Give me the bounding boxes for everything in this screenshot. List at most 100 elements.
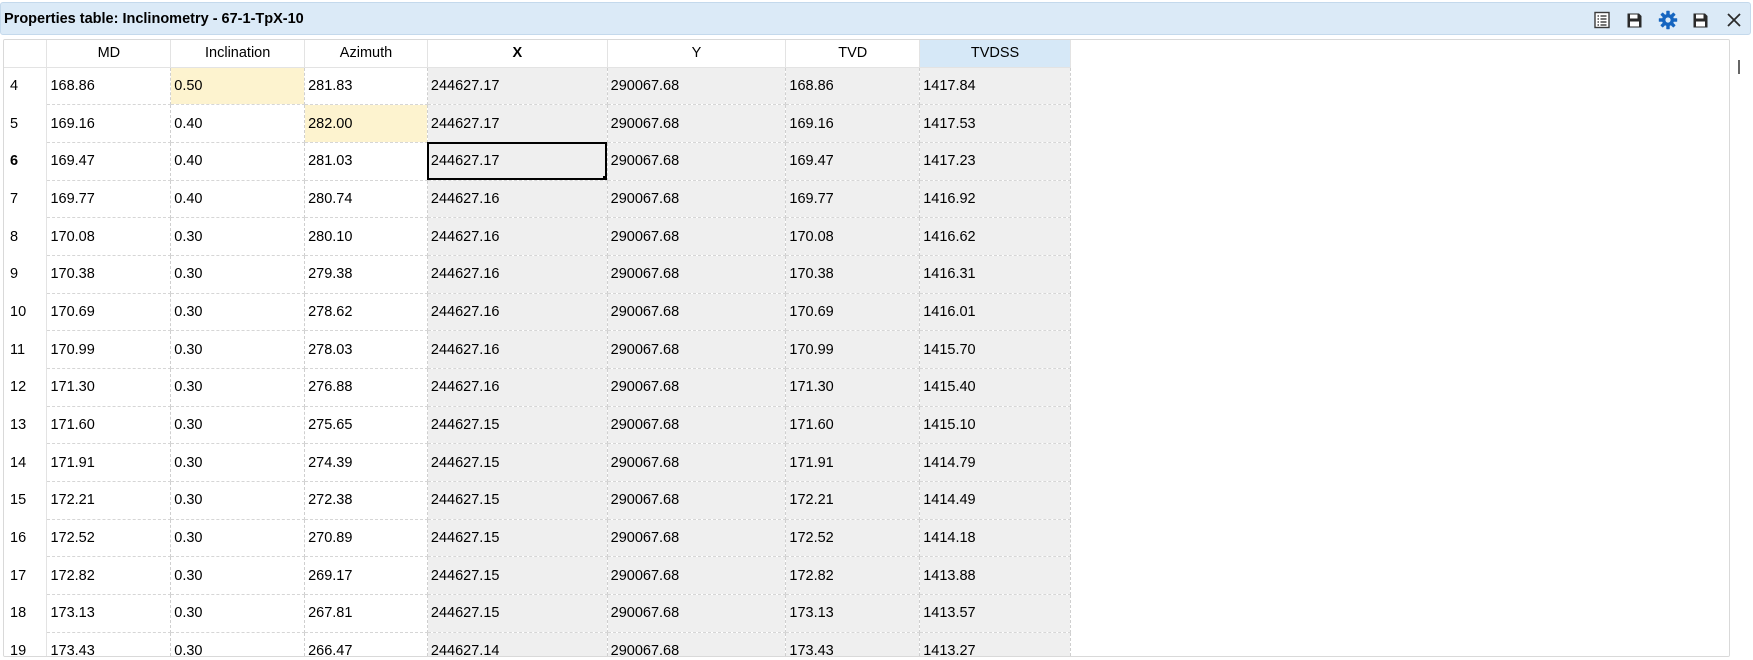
cell-md[interactable]: 171.30 <box>46 368 172 407</box>
cell-tvdss[interactable]: 1414.18 <box>919 519 1071 558</box>
cell-tvd[interactable]: 168.86 <box>785 67 921 106</box>
cell-y[interactable]: 290067.68 <box>607 519 787 558</box>
cell-tvdss[interactable]: 1416.62 <box>919 217 1071 256</box>
cell-tvdss[interactable]: 1416.01 <box>919 293 1071 332</box>
row-number[interactable]: 8 <box>4 217 48 256</box>
cell-x[interactable]: 244627.16 <box>427 180 608 219</box>
cell-tvd[interactable]: 170.69 <box>785 293 921 332</box>
cell-y[interactable]: 290067.68 <box>607 368 787 407</box>
cell-inclination[interactable]: 0.30 <box>170 443 306 483</box>
cell-tvdss[interactable]: 1415.70 <box>919 330 1071 369</box>
cell-y[interactable]: 290067.68 <box>607 142 787 181</box>
row-number[interactable]: 15 <box>4 481 48 520</box>
cell-azimuth[interactable]: 272.38 <box>304 481 428 520</box>
cell-x[interactable]: 244627.16 <box>427 368 608 407</box>
cell-inclination[interactable]: 0.30 <box>170 255 306 294</box>
cell-x[interactable]: 244627.16 <box>427 330 608 369</box>
row-number[interactable]: 7 <box>4 180 48 218</box>
cell-tvdss[interactable]: 1415.10 <box>919 406 1071 445</box>
cell-inclination[interactable]: 0.50 <box>170 67 306 106</box>
cell-y[interactable]: 290067.68 <box>607 330 787 369</box>
cell-tvd[interactable]: 171.30 <box>785 368 921 407</box>
row-number[interactable]: 13 <box>4 406 48 444</box>
cell-tvdss[interactable]: 1417.84 <box>919 67 1071 106</box>
cell-md[interactable]: 173.13 <box>46 594 172 633</box>
cell-azimuth[interactable]: 269.17 <box>304 556 428 596</box>
column-header-tvdss[interactable]: TVDSS <box>919 40 1071 68</box>
cell-inclination[interactable]: 0.30 <box>170 481 306 520</box>
cell-tvd[interactable]: 170.08 <box>785 217 921 256</box>
cell-y[interactable]: 290067.68 <box>607 556 787 596</box>
cell-tvd[interactable]: 170.99 <box>785 330 921 369</box>
column-header-md[interactable]: MD <box>46 40 172 68</box>
cell-tvdss[interactable]: 1414.49 <box>919 481 1071 520</box>
cell-tvdss[interactable]: 1417.23 <box>919 142 1071 181</box>
cell-md[interactable]: 171.91 <box>46 443 172 483</box>
cell-tvdss[interactable]: 1414.79 <box>919 443 1071 483</box>
cell-azimuth[interactable]: 279.38 <box>304 255 428 294</box>
cell-y[interactable]: 290067.68 <box>607 104 787 143</box>
column-header-x[interactable]: X <box>427 40 608 68</box>
row-number[interactable]: 4 <box>4 67 48 105</box>
cell-tvd[interactable]: 173.13 <box>785 594 921 633</box>
cell-md[interactable]: 172.21 <box>46 481 172 520</box>
column-header-azimuth[interactable]: Azimuth <box>304 40 428 68</box>
cell-y[interactable]: 290067.68 <box>607 293 787 332</box>
cell-azimuth[interactable]: 280.74 <box>304 180 428 219</box>
cell-md[interactable]: 172.82 <box>46 556 172 596</box>
cell-md[interactable]: 170.38 <box>46 255 172 294</box>
cell-x[interactable]: 244627.16 <box>427 293 608 332</box>
cell-y[interactable]: 290067.68 <box>607 632 787 656</box>
row-number[interactable]: 18 <box>4 594 48 633</box>
cell-azimuth[interactable]: 270.89 <box>304 519 428 558</box>
cell-x[interactable]: 244627.16 <box>427 255 608 294</box>
cell-x[interactable]: 244627.17 <box>427 67 608 106</box>
cell-x[interactable]: 244627.15 <box>427 443 608 483</box>
cell-x[interactable]: 244627.15 <box>427 481 608 520</box>
cell-md[interactable]: 169.16 <box>46 104 172 143</box>
cell-x[interactable]: 244627.16 <box>427 217 608 256</box>
cell-inclination[interactable]: 0.40 <box>170 104 306 143</box>
row-number[interactable]: 12 <box>4 368 48 407</box>
cell-azimuth[interactable]: 281.83 <box>304 67 428 106</box>
cell-x[interactable]: 244627.14 <box>427 632 608 656</box>
cell-tvd[interactable]: 173.43 <box>785 632 921 656</box>
cell-tvd[interactable]: 169.16 <box>785 104 921 143</box>
column-header-inclination[interactable]: Inclination <box>170 40 306 68</box>
cell-tvd[interactable]: 172.21 <box>785 481 921 520</box>
cell-tvdss[interactable]: 1413.27 <box>919 632 1071 656</box>
cell-azimuth[interactable]: 274.39 <box>304 443 428 483</box>
cell-tvdss[interactable]: 1416.92 <box>919 180 1071 219</box>
cell-inclination[interactable]: 0.30 <box>170 368 306 407</box>
cell-md[interactable]: 169.77 <box>46 180 172 219</box>
cell-x-selected[interactable]: 244627.17 <box>427 142 608 181</box>
cell-x[interactable]: 244627.17 <box>427 104 608 143</box>
cell-azimuth[interactable]: 275.65 <box>304 406 428 445</box>
cell-tvdss[interactable]: 1413.57 <box>919 594 1071 633</box>
row-number[interactable]: 16 <box>4 519 48 557</box>
cell-md[interactable]: 172.52 <box>46 519 172 558</box>
row-number[interactable]: 9 <box>4 255 48 294</box>
cell-azimuth[interactable]: 267.81 <box>304 594 428 633</box>
cell-x[interactable]: 244627.15 <box>427 594 608 633</box>
row-number[interactable]: 10 <box>4 293 48 331</box>
cell-tvd[interactable]: 172.82 <box>785 556 921 596</box>
cell-tvdss[interactable]: 1415.40 <box>919 368 1071 407</box>
cell-azimuth[interactable]: 278.62 <box>304 293 428 332</box>
row-number[interactable]: 14 <box>4 443 48 482</box>
cell-inclination[interactable]: 0.30 <box>170 594 306 633</box>
cell-inclination[interactable]: 0.30 <box>170 406 306 445</box>
cell-tvd[interactable]: 169.77 <box>785 180 921 219</box>
table-view-icon[interactable] <box>1591 10 1612 31</box>
cell-inclination[interactable]: 0.30 <box>170 330 306 369</box>
column-header-y[interactable]: Y <box>607 40 787 68</box>
cell-md[interactable]: 171.60 <box>46 406 172 445</box>
vertical-scrollbar-thumb[interactable] <box>1738 60 1740 74</box>
column-header-tvd[interactable]: TVD <box>785 40 921 68</box>
cell-inclination[interactable]: 0.30 <box>170 632 306 656</box>
cell-tvdss[interactable]: 1413.88 <box>919 556 1071 596</box>
cell-azimuth[interactable]: 280.10 <box>304 217 428 256</box>
cell-tvd[interactable]: 169.47 <box>785 142 921 181</box>
close-icon[interactable] <box>1723 10 1744 31</box>
cell-azimuth[interactable]: 282.00 <box>304 104 428 143</box>
